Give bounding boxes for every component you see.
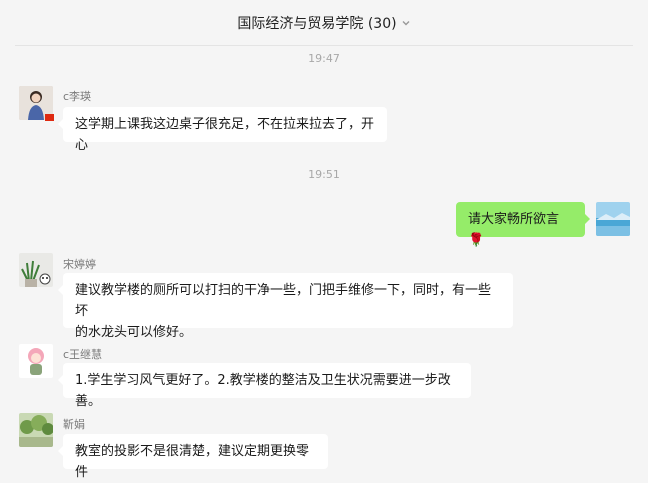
sender-name: 宋婷婷 [63, 258, 96, 271]
group-title-dropdown[interactable]: 国际经济与贸易学院 (30) [237, 13, 410, 33]
my-avatar[interactable] [596, 202, 630, 236]
china-flag-icon [45, 114, 54, 121]
avatar-cartoon-icon [19, 344, 53, 378]
sender-name: c李瑛 [63, 90, 92, 103]
message-bubble-self[interactable]: 请大家畅所欲言 🌹 [456, 202, 590, 248]
message-text: 教室的投影不是很清楚，建议定期更换零件 [75, 444, 310, 480]
message-text: 这学期上课我这边桌子很充足，不在拉来拉去了，开心 [75, 117, 375, 153]
group-title: 国际经济与贸易学院 (30) [237, 15, 397, 32]
avatar-plant-icon [19, 253, 53, 287]
avatar-trees-icon [19, 413, 53, 447]
message-bubble[interactable]: 1.学生学习风气更好了。2.教学楼的整洁及卫生状况需要进一步改善。 [58, 363, 471, 409]
message-text-line: 建议教学楼的厕所可以打扫的干净一些，门把手维修一下，同时，有一些坏 [75, 283, 492, 319]
sender-name: 靳娟 [63, 418, 85, 431]
message-text: 1.学生学习风气更好了。2.教学楼的整洁及卫生状况需要进一步改善。 [75, 373, 451, 409]
message-bubble[interactable]: 建议教学楼的厕所可以打扫的干净一些，门把手维修一下，同时，有一些坏 的水龙头可以… [58, 273, 513, 340]
chat-header: 国际经济与贸易学院 (30) [0, 0, 648, 45]
message-bubble[interactable]: 这学期上课我这边桌子很充足，不在拉来拉去了，开心 [58, 107, 387, 153]
message-text: 请大家畅所欲言 [468, 212, 560, 227]
avatar[interactable] [19, 253, 53, 287]
chevron-down-icon [402, 20, 410, 25]
timestamp: 19:47 [308, 52, 340, 65]
timestamp: 19:51 [308, 168, 340, 181]
sender-name: c王继慧 [63, 348, 103, 361]
message-bubble[interactable]: 教室的投影不是很清楚，建议定期更换零件 [58, 434, 328, 480]
avatar[interactable] [19, 413, 53, 447]
avatar[interactable] [19, 344, 53, 378]
header-divider [15, 45, 633, 46]
message-text-line: 的水龙头可以修好。 [75, 325, 193, 340]
rose-emoji-icon: 🌹 [468, 233, 485, 248]
avatar-landscape-icon [596, 202, 630, 236]
